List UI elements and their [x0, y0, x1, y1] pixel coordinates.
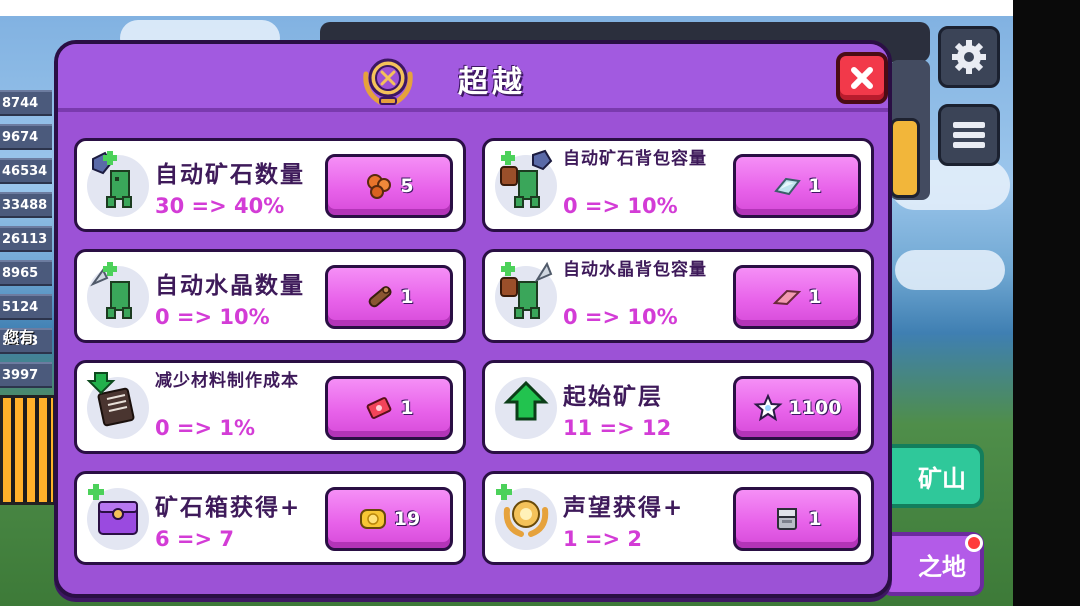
ore-chest-icon [88, 484, 138, 535]
upgrade-name: 减少材料制作成本 [155, 371, 299, 391]
star-gem-icon [752, 393, 783, 422]
upgrade-card-auto-ore-amount: 自动矿石数量 30 => 40% 5 [74, 138, 466, 232]
auto-miner-crystal-icon [90, 262, 132, 319]
stone-block-icon [777, 508, 798, 530]
screen-edge-bar [1013, 0, 1080, 606]
upgrade-card-starting-layer: 起始矿层 11 => 12 1100 [482, 360, 874, 454]
leaderboard-row: 8744 [0, 90, 52, 116]
upgrade-card-reduce-crafting-cost: 减少材料制作成本 0 => 1% 1 [74, 360, 466, 454]
upgrade-name: 声望获得+ [563, 495, 685, 521]
cloud [895, 250, 1005, 290]
leaderboard-row: 8965 [0, 260, 52, 286]
transcend-dialog: 超越 自动矿石数量 30 => 40% 5 自动矿石背包容量 0 => 10% … [54, 40, 892, 598]
leaderboard-row: 3997 [0, 362, 52, 388]
pink-plank-icon [773, 289, 802, 306]
upgrade-name: 自动矿石背包容量 [563, 149, 707, 169]
transcend-emblem-icon [363, 58, 413, 105]
upgrade-value: 0 => 10% [563, 194, 678, 218]
upgrade-cost-button[interactable]: 5 [325, 154, 453, 218]
upgrade-value: 6 => 7 [155, 527, 235, 551]
cost-amount: 1 [808, 175, 822, 197]
leaderboard-row: 26113 [0, 226, 52, 252]
top-edge [0, 0, 1080, 16]
cost-amount: 5 [400, 175, 414, 197]
auto-miner-ore-icon [92, 151, 132, 208]
upgrade-cost-button[interactable]: 19 [325, 487, 453, 551]
close-button[interactable] [836, 52, 888, 104]
upgrade-cost-button[interactable]: 1 [733, 265, 861, 329]
cost-amount: 1 [400, 286, 414, 308]
upgrade-name: 自动矿石数量 [155, 162, 305, 188]
upgrade-cost-button[interactable]: 1100 [733, 376, 861, 440]
leaderboard-row: 46534 [0, 158, 52, 184]
red-ticket-icon [367, 397, 392, 419]
close-x-icon [851, 67, 873, 89]
cost-amount: 1 [808, 286, 822, 308]
prestige-laurel-icon [496, 484, 549, 537]
upgrade-value: 1 => 2 [563, 527, 643, 551]
upgrade-value: 0 => 10% [155, 305, 270, 329]
dialog-header: 超越 [58, 44, 888, 112]
upgrade-card-prestige-gain: 声望获得+ 1 => 2 1 [482, 471, 874, 565]
upgrade-cost-button[interactable]: 1 [733, 154, 861, 218]
notification-dot [965, 534, 983, 552]
dialog-title: 超越 [458, 65, 526, 100]
upgrade-name: 起始矿层 [563, 384, 663, 410]
upgrade-card-crystal-backpack: 自动水晶背包容量 0 => 10% 1 [482, 249, 874, 343]
background-character-sprite [0, 395, 56, 505]
cost-amount: 1 [400, 397, 414, 419]
upgrade-value: 0 => 10% [563, 305, 678, 329]
upgrade-card-ore-backpack: 自动矿石背包容量 0 => 10% 1 [482, 138, 874, 232]
cost-amount: 1100 [788, 397, 842, 419]
upgrade-cost-button[interactable]: 1 [325, 376, 453, 440]
upgrade-card-auto-crystal-amount: 自动水晶数量 0 => 10% 1 [74, 249, 466, 343]
settings-button[interactable] [938, 26, 1000, 88]
hamburger-menu-icon [953, 122, 985, 148]
upgrade-name: 自动水晶数量 [155, 273, 305, 299]
mine-button[interactable]: 矿山 [880, 444, 984, 508]
leaderboard-row: 9674 [0, 124, 52, 150]
cost-amount: 19 [393, 508, 421, 530]
upgrade-name: 自动水晶背包容量 [563, 260, 707, 280]
cost-amount: 1 [808, 508, 822, 530]
leaderboard-row: 5124 [0, 294, 52, 320]
leaderboard-row: 33488 [0, 192, 52, 218]
green-up-arrow-icon [503, 380, 549, 421]
silver-bar-icon [774, 177, 802, 196]
upgrade-card-ore-chest-gain: 矿石箱获得+ 6 => 7 19 [74, 471, 466, 565]
upgrade-value: 11 => 12 [563, 416, 672, 440]
wood-log-icon [369, 286, 392, 308]
upgrade-cost-button[interactable]: 1 [733, 487, 861, 551]
upgrade-value: 30 => 40% [155, 194, 285, 218]
book-down-arrow-icon [86, 372, 135, 427]
upgrade-cost-button[interactable]: 1 [325, 265, 453, 329]
crystal-backpack-icon [500, 261, 553, 319]
background-yellow-button [890, 118, 920, 198]
menu-button[interactable] [938, 104, 1000, 166]
gold-coin-icon [359, 509, 386, 529]
copper-ore-icon [367, 174, 392, 199]
gear-icon [952, 40, 986, 74]
ore-backpack-icon [500, 149, 553, 208]
upgrade-name: 矿石箱获得+ [155, 495, 302, 521]
left-note: 您有 [4, 328, 35, 346]
upgrade-value: 0 => 1% [155, 416, 256, 440]
